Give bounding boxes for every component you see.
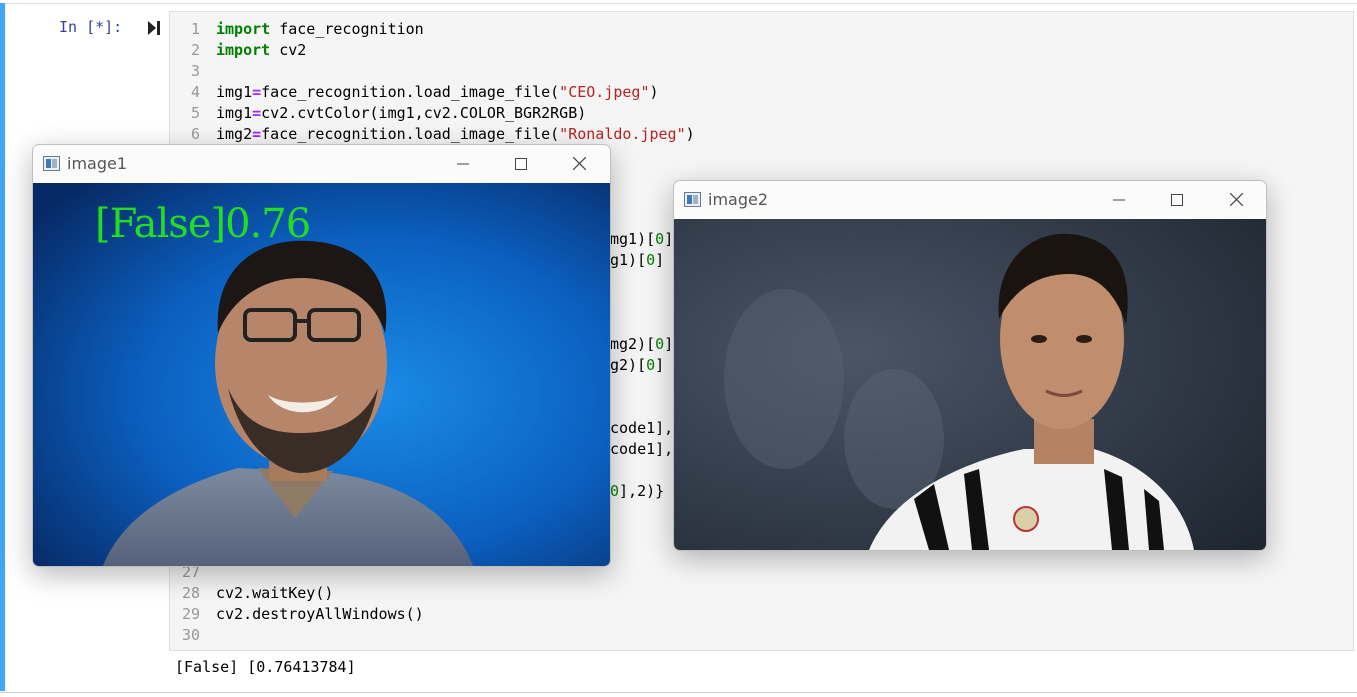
run-cell-icon[interactable] [147, 20, 161, 36]
code-line[interactable]: 28 cv2.waitKey() [170, 583, 1350, 604]
code-line[interactable]: 2 import cv2 [170, 40, 1350, 61]
code-text: img1=face_recognition.load_image_file("C… [216, 83, 659, 101]
image1-titlebar[interactable]: image1 [33, 145, 610, 182]
image2-titlebar[interactable]: image2 [674, 181, 1266, 218]
maximize-button[interactable] [1148, 181, 1206, 218]
close-button[interactable] [550, 145, 608, 182]
maximize-icon [1171, 193, 1183, 206]
close-button[interactable] [1207, 181, 1265, 218]
maximize-button[interactable] [492, 145, 550, 182]
minimize-icon [1113, 199, 1125, 200]
code-text: import cv2 [216, 41, 307, 59]
code-text: img1=cv2.cvtColor(img1,cv2.COLOR_BGR2RGB… [216, 104, 587, 122]
code-line[interactable]: 5 img1=cv2.cvtColor(img1,cv2.COLOR_BGR2RG… [170, 103, 1350, 124]
close-icon [1229, 193, 1243, 206]
minimize-button[interactable] [434, 145, 492, 182]
code-line[interactable]: 1 import face_recognition [170, 19, 1350, 40]
bottom-rule [0, 692, 1357, 693]
line-number: 3 [190, 62, 200, 80]
cell-prompt: In [*]: [59, 18, 123, 36]
minimize-icon [457, 163, 469, 164]
image2-title: image2 [708, 190, 769, 209]
top-rule [0, 0, 1357, 4]
line-number: 1 [190, 20, 200, 38]
line-number: 4 [190, 83, 200, 101]
code-text: cv2.waitKey() [216, 584, 334, 602]
cell-output: [False] [0.76413784] [175, 658, 356, 676]
cell-selection-bar [0, 3, 5, 691]
match-result-overlay: [False]0.76 [95, 201, 311, 247]
code-line[interactable]: 6 img2=face_recognition.load_image_file("… [170, 124, 1350, 145]
code-text: img2=face_recognition.load_image_file("R… [216, 125, 695, 143]
image2-window[interactable]: image2 [673, 180, 1267, 551]
image1-canvas: [False]0.76 [33, 183, 610, 566]
code-line[interactable]: 29 cv2.destroyAllWindows() [170, 604, 1350, 625]
portrait-photo-2 [674, 219, 1266, 550]
image1-title: image1 [67, 154, 128, 173]
minimize-button[interactable] [1090, 181, 1148, 218]
code-line[interactable]: 30 [170, 625, 1350, 646]
code-line[interactable]: 3 [170, 61, 1350, 82]
line-number: 30 [181, 626, 200, 644]
close-icon [572, 157, 586, 170]
maximize-icon [515, 157, 527, 170]
line-number: 5 [190, 104, 200, 122]
code-text: cv2.destroyAllWindows() [216, 605, 424, 623]
line-number: 28 [181, 584, 200, 602]
image2-canvas [674, 219, 1266, 550]
line-number: 6 [190, 125, 200, 143]
line-number: 29 [181, 605, 200, 623]
code-line[interactable]: 4 img1=face_recognition.load_image_file("… [170, 82, 1350, 103]
opencv-window-icon [684, 192, 701, 207]
line-number: 2 [190, 41, 200, 59]
image1-window[interactable]: image1 [False]0.76 [32, 144, 611, 567]
opencv-window-icon [43, 156, 60, 171]
code-text: import face_recognition [216, 20, 424, 38]
